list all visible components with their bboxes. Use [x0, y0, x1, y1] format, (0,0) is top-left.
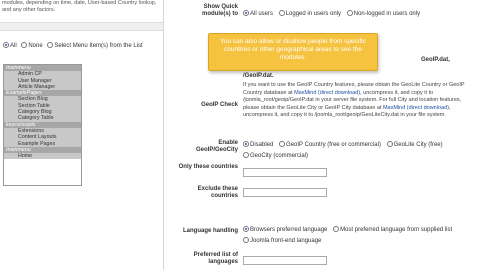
exclude-countries-label: Exclude these countries: [197, 186, 238, 199]
geoip-file-name: GeoIP.dat,: [421, 57, 450, 63]
exclude-countries-input[interactable]: [243, 188, 327, 197]
geolite-city-label: GeoLite City (free): [393, 142, 443, 148]
menu-selection-radios: All None Select Menu Item(s) from the Li…: [3, 42, 158, 50]
geoip-country-radio[interactable]: [279, 141, 286, 147]
geoip-help-text: If you want to use the GeoIP Country fea…: [243, 82, 478, 120]
show-non-logged-label: Non-logged in users only: [353, 11, 421, 17]
only-countries-label: Only these countries: [178, 164, 238, 170]
enable-geoip-options: Disabled GeoIP Country (free or commerci…: [243, 141, 443, 149]
radio-select[interactable]: [47, 42, 54, 48]
menu-items-listbox[interactable]: mainmenu Admin CP User Manager Article Mana…: [3, 64, 82, 186]
info-tooltip: You can also allow or disallow people fr…: [208, 33, 378, 71]
most-preferred-label: Most preferred language from supplied li…: [340, 227, 453, 233]
show-logged-in-radio[interactable]: [278, 10, 285, 16]
language-handling-options-2: Joomla front-end language: [243, 237, 321, 245]
menu-list-item[interactable]: Home: [4, 153, 81, 160]
radio-select-label: Select Menu Item(s) from the List: [54, 43, 143, 49]
language-handling-label: Language handling: [183, 228, 238, 234]
geoip-disabled-radio[interactable]: [243, 141, 249, 147]
geoip-file-line: /GeoIP.dat.: [243, 73, 274, 79]
preferred-languages-input[interactable]: [243, 256, 327, 265]
geoip-disabled-label: Disabled: [250, 142, 274, 148]
section-divider: [0, 22, 163, 31]
only-countries-input[interactable]: [243, 168, 327, 177]
maxmind-link-2[interactable]: MaxMind (direct download): [383, 105, 449, 111]
radio-none[interactable]: [21, 42, 28, 48]
geoip-country-label: GeoIP Country (free or commercial): [286, 142, 381, 148]
radio-all[interactable]: [3, 42, 9, 48]
intro-text: modules, depending on time, date, User-b…: [2, 0, 157, 13]
show-quick-options: All users Logged in users only Non-logge…: [243, 10, 420, 18]
geoip-check-label: GeoIP Check: [201, 102, 238, 108]
show-logged-in-label: Logged in users only: [285, 11, 342, 17]
maxmind-link-1[interactable]: MaxMind (direct download): [294, 90, 360, 96]
enable-geoip-label: Enable GeoIP/GeoCity: [195, 140, 238, 153]
radio-none-label: None: [28, 43, 43, 49]
geocity-commercial-radio[interactable]: [243, 152, 249, 158]
preferred-languages-label: Preferred list of languages: [193, 252, 238, 265]
browser-language-radio[interactable]: [243, 226, 249, 232]
frontend-language-label: Joomla front-end language: [250, 238, 322, 244]
frontend-language-radio[interactable]: [243, 237, 249, 243]
most-preferred-radio[interactable]: [333, 226, 340, 232]
geocity-commercial-label: GeoCity (commercial): [250, 153, 309, 159]
show-quick-label: Show Quick module(s) to: [202, 4, 238, 17]
show-all-users-label: All users: [250, 11, 274, 17]
radio-all-label: All: [10, 43, 17, 49]
show-all-users-radio[interactable]: [243, 10, 249, 16]
language-handling-options-1: Browsers preferred language Most preferr…: [243, 226, 452, 234]
geolite-city-radio[interactable]: [386, 141, 393, 147]
geocity-commercial-option: GeoCity (commercial): [243, 152, 308, 160]
show-non-logged-radio[interactable]: [346, 10, 353, 16]
left-panel: modules, depending on time, date, User-b…: [0, 0, 163, 270]
browser-language-label: Browsers preferred language: [250, 227, 328, 233]
